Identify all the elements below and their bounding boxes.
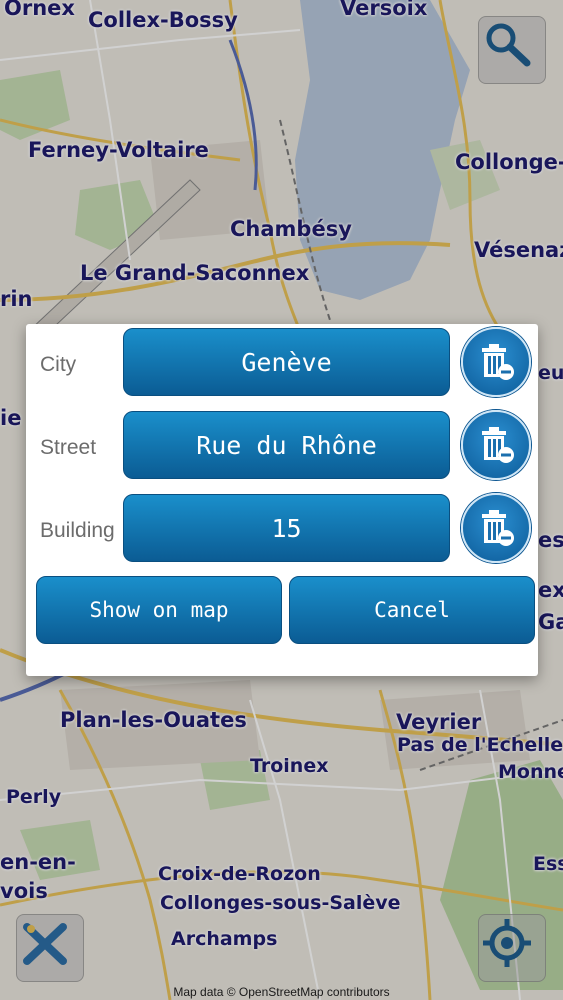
address-dialog: City Genève Street Rue du Rhône Building… (26, 324, 538, 676)
trash-minus-icon (482, 510, 514, 546)
show-on-map-button[interactable]: Show on map (36, 576, 282, 644)
clear-street-button[interactable] (461, 410, 531, 480)
city-field-button[interactable]: Genève (123, 328, 450, 396)
clear-building-button[interactable] (461, 493, 531, 563)
city-label: City (40, 353, 77, 376)
building-field-button[interactable]: 15 (123, 494, 450, 562)
building-label: Building (40, 519, 115, 542)
street-field-button[interactable]: Rue du Rhône (123, 411, 450, 479)
cancel-button[interactable]: Cancel (289, 576, 535, 644)
trash-minus-icon (482, 427, 514, 463)
street-label: Street (40, 436, 97, 459)
trash-minus-icon (482, 344, 514, 380)
clear-city-button[interactable] (461, 327, 531, 397)
